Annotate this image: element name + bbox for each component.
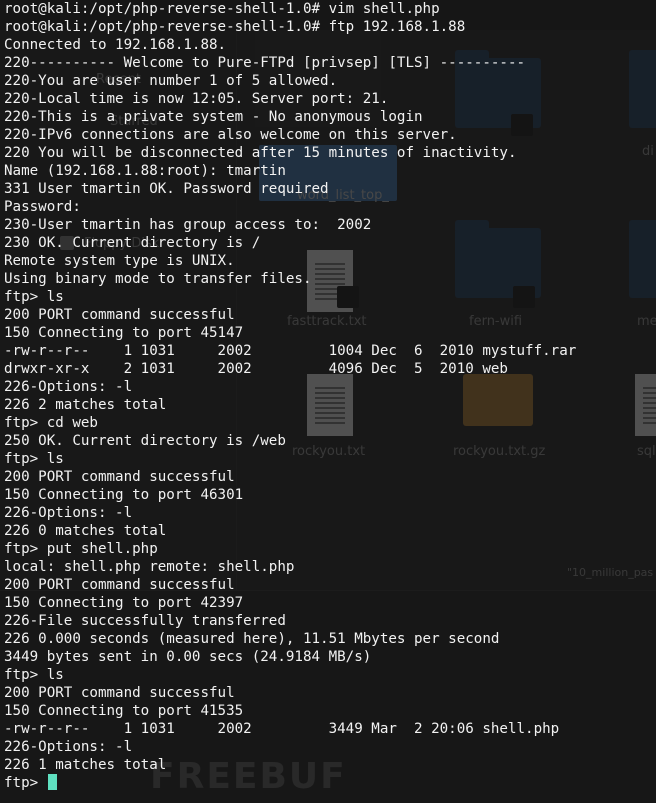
terminal-line: drwxr-xr-x 2 1031 2002 4096 Dec 5 2010 w…	[4, 361, 508, 377]
terminal-line: Password:	[4, 199, 81, 215]
terminal-line: 226-Options: -l	[4, 505, 133, 521]
terminal-line: -rw-r--r-- 1 1031 2002 3449 Mar 2 20:06 …	[4, 721, 560, 737]
terminal-line: Using binary mode to transfer files.	[4, 271, 312, 287]
terminal-line: 200 PORT command successful	[4, 469, 235, 485]
terminal-line: local: shell.php remote: shell.php	[4, 559, 295, 575]
ftp-prompt: ftp>	[4, 775, 47, 791]
desktop-screen: Recent Starred Floppy Disk di word_list_…	[0, 0, 656, 803]
terminal-line: 200 PORT command successful	[4, 577, 235, 593]
terminal-line: 230 OK. Current directory is /	[4, 235, 261, 251]
terminal-line: 200 PORT command successful	[4, 685, 235, 701]
terminal-line: 226 1 matches total	[4, 757, 167, 773]
terminal-line: ftp> ls	[4, 667, 64, 683]
terminal-line: 220 You will be disconnected after 15 mi…	[4, 145, 517, 161]
terminal-line: ftp> ls	[4, 289, 64, 305]
terminal-line: ftp> put shell.php	[4, 541, 158, 557]
terminal-line: 150 Connecting to port 45147	[4, 325, 244, 341]
terminal-line: 200 PORT command successful	[4, 307, 235, 323]
terminal-line: 230-User tmartin has group access to: 20…	[4, 217, 372, 233]
terminal-line: 150 Connecting to port 41535	[4, 703, 244, 719]
terminal-line: 150 Connecting to port 46301	[4, 487, 244, 503]
terminal-prompt-line[interactable]: ftp>	[4, 774, 656, 792]
terminal-line: 3449 bytes sent in 0.00 secs (24.9184 MB…	[4, 649, 372, 665]
terminal-line: ftp> ls	[4, 451, 64, 467]
terminal-cursor[interactable]	[47, 774, 57, 790]
terminal-line: -rw-r--r-- 1 1031 2002 1004 Dec 6 2010 m…	[4, 343, 577, 359]
terminal-window[interactable]: root@kali:/opt/php-reverse-shell-1.0# vi…	[0, 0, 656, 803]
terminal-line: 226-Options: -l	[4, 379, 133, 395]
terminal-line: 226 0.000 seconds (measured here), 11.51…	[4, 631, 500, 647]
terminal-line: 220-IPv6 connections are also welcome on…	[4, 127, 457, 143]
terminal-line: ftp> cd web	[4, 415, 98, 431]
terminal-line: Connected to 192.168.1.88.	[4, 37, 227, 53]
terminal-line: 226-Options: -l	[4, 739, 133, 755]
terminal-line: root@kali:/opt/php-reverse-shell-1.0# vi…	[4, 1, 440, 17]
terminal-line: 220-Local time is now 12:05. Server port…	[4, 91, 389, 107]
terminal-line: 250 OK. Current directory is /web	[4, 433, 286, 449]
terminal-line: 220-This is a private system - No anonym…	[4, 109, 423, 125]
terminal-line: 331 User tmartin OK. Password required	[4, 181, 329, 197]
terminal-line: 226-File successfully transferred	[4, 613, 286, 629]
terminal-line: root@kali:/opt/php-reverse-shell-1.0# ft…	[4, 19, 466, 35]
terminal-line: 226 2 matches total	[4, 397, 167, 413]
terminal-line: 226 0 matches total	[4, 523, 167, 539]
terminal-line: 220---------- Welcome to Pure-FTPd [priv…	[4, 55, 526, 71]
terminal-line: Remote system type is UNIX.	[4, 253, 235, 269]
terminal-line: 220-You are user number 1 of 5 allowed.	[4, 73, 338, 89]
terminal-line: Name (192.168.1.88:root): tmartin	[4, 163, 286, 179]
terminal-line: 150 Connecting to port 42397	[4, 595, 244, 611]
